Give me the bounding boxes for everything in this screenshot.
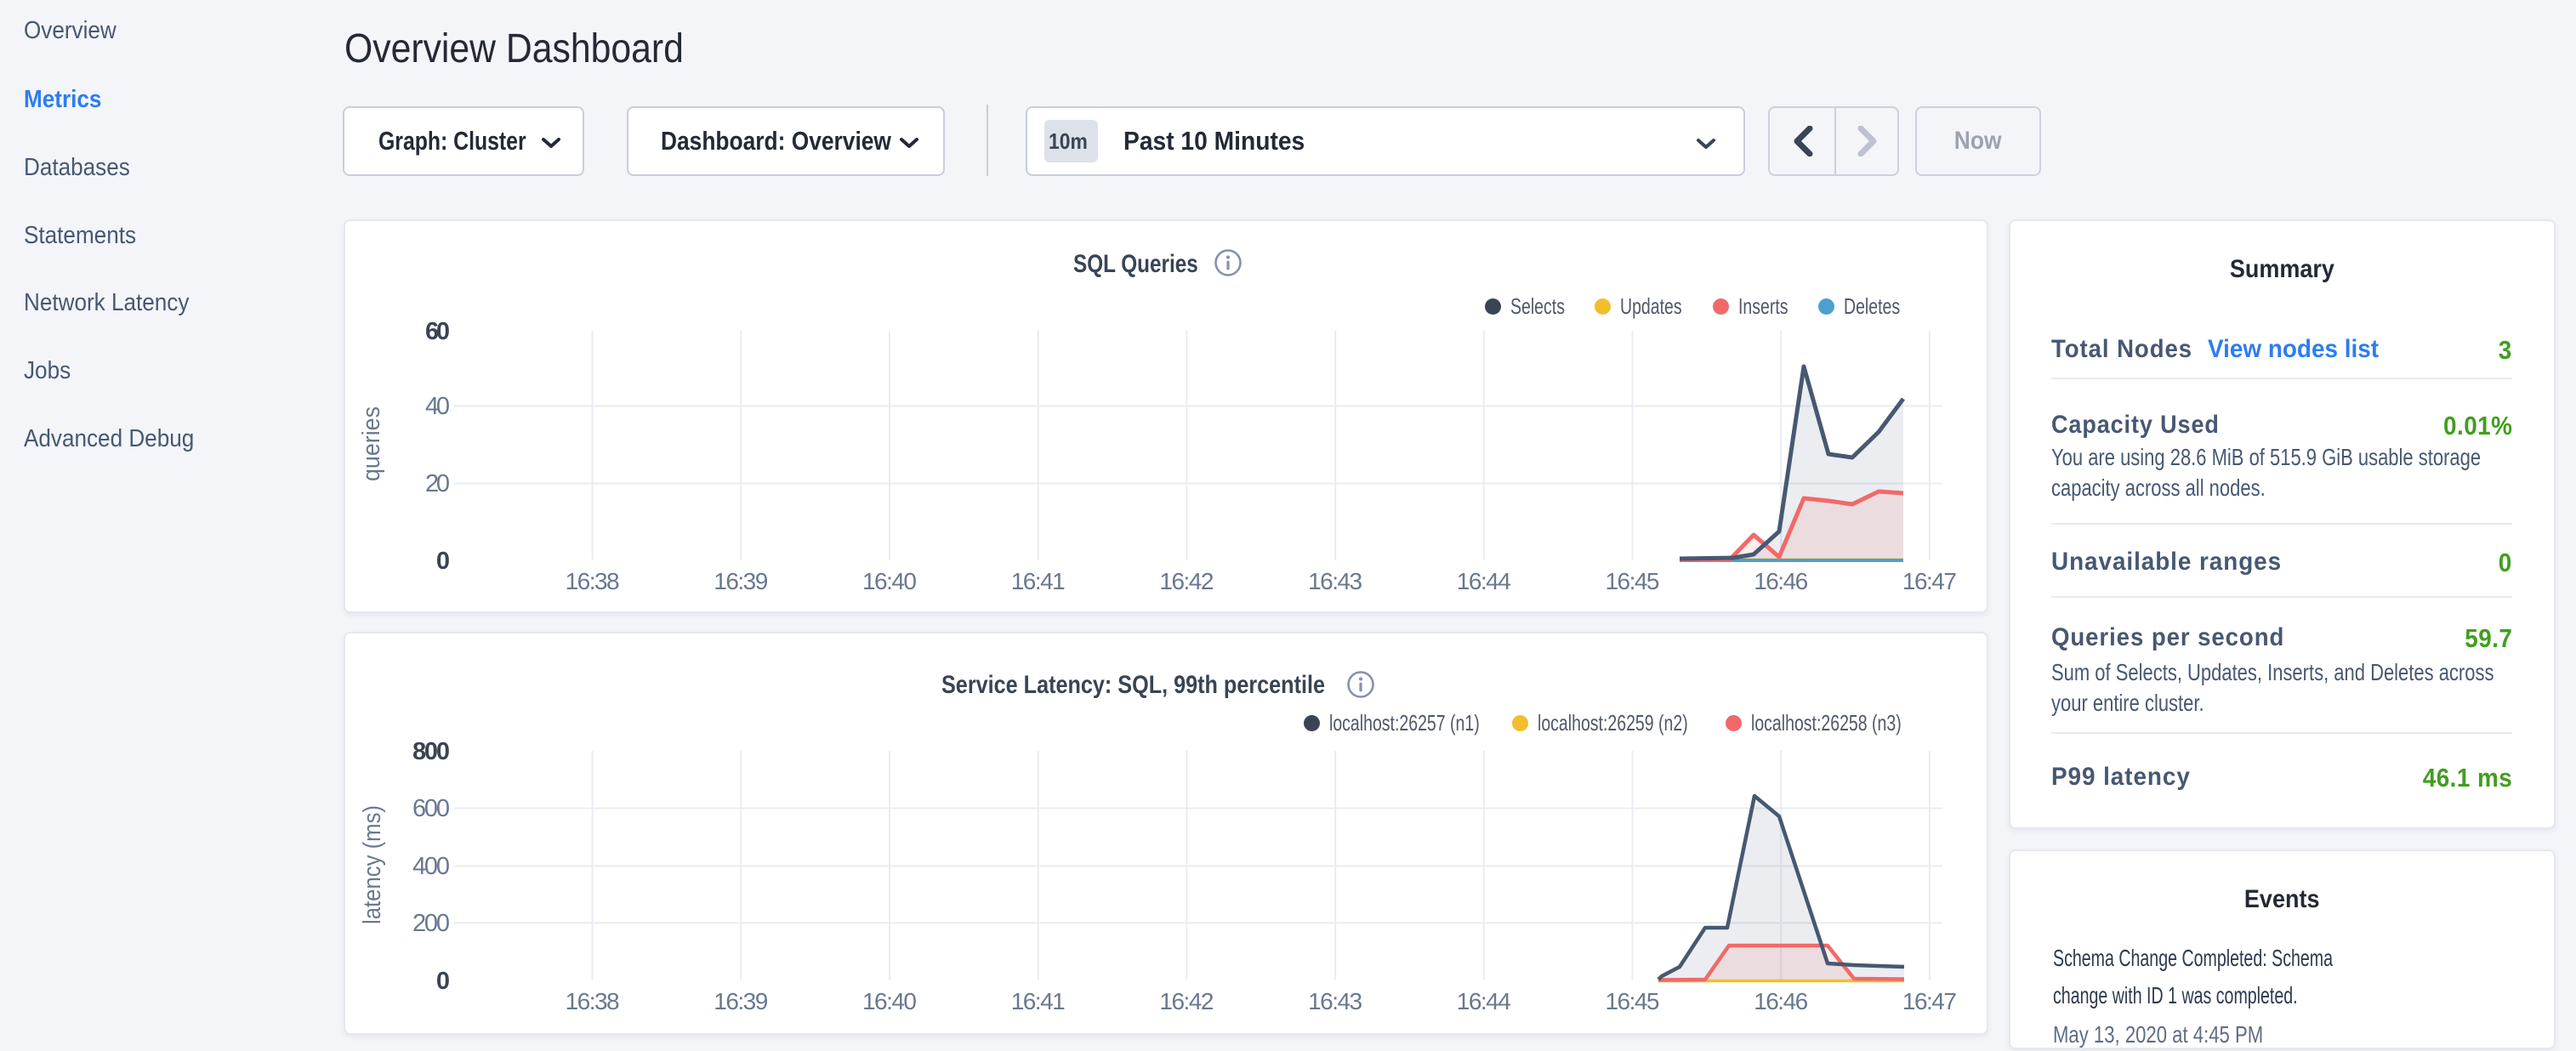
svg-text:400: 400	[412, 853, 450, 880]
svg-text:16:39: 16:39	[714, 988, 768, 1014]
svg-text:16:43: 16:43	[1308, 988, 1362, 1014]
svg-text:16:38: 16:38	[566, 988, 620, 1014]
svg-text:16:41: 16:41	[1011, 988, 1066, 1014]
svg-text:0: 0	[436, 968, 450, 995]
svg-text:16:43: 16:43	[1308, 568, 1362, 594]
svg-text:16:39: 16:39	[714, 568, 768, 594]
svg-text:queries: queries	[358, 406, 385, 481]
svg-text:20: 20	[425, 470, 450, 497]
svg-text:16:44: 16:44	[1457, 988, 1511, 1014]
svg-text:0: 0	[436, 548, 450, 575]
svg-text:16:42: 16:42	[1159, 568, 1214, 594]
svg-text:16:40: 16:40	[862, 568, 917, 594]
svg-text:600: 600	[412, 795, 450, 822]
svg-text:16:45: 16:45	[1606, 568, 1660, 594]
svg-text:16:46: 16:46	[1754, 568, 1808, 594]
svg-text:16:41: 16:41	[1011, 568, 1066, 594]
svg-text:16:47: 16:47	[1902, 988, 1957, 1014]
svg-text:latency (ms): latency (ms)	[359, 805, 386, 924]
svg-text:16:42: 16:42	[1159, 988, 1214, 1014]
svg-text:16:47: 16:47	[1902, 568, 1957, 594]
svg-text:16:46: 16:46	[1754, 988, 1808, 1014]
svg-text:16:45: 16:45	[1606, 988, 1660, 1014]
svg-text:800: 800	[412, 738, 450, 765]
svg-text:16:38: 16:38	[566, 568, 620, 594]
svg-text:200: 200	[412, 910, 450, 937]
svg-text:16:44: 16:44	[1457, 568, 1511, 594]
svg-text:40: 40	[425, 393, 450, 420]
svg-text:16:40: 16:40	[862, 988, 917, 1014]
svg-text:60: 60	[425, 318, 450, 345]
